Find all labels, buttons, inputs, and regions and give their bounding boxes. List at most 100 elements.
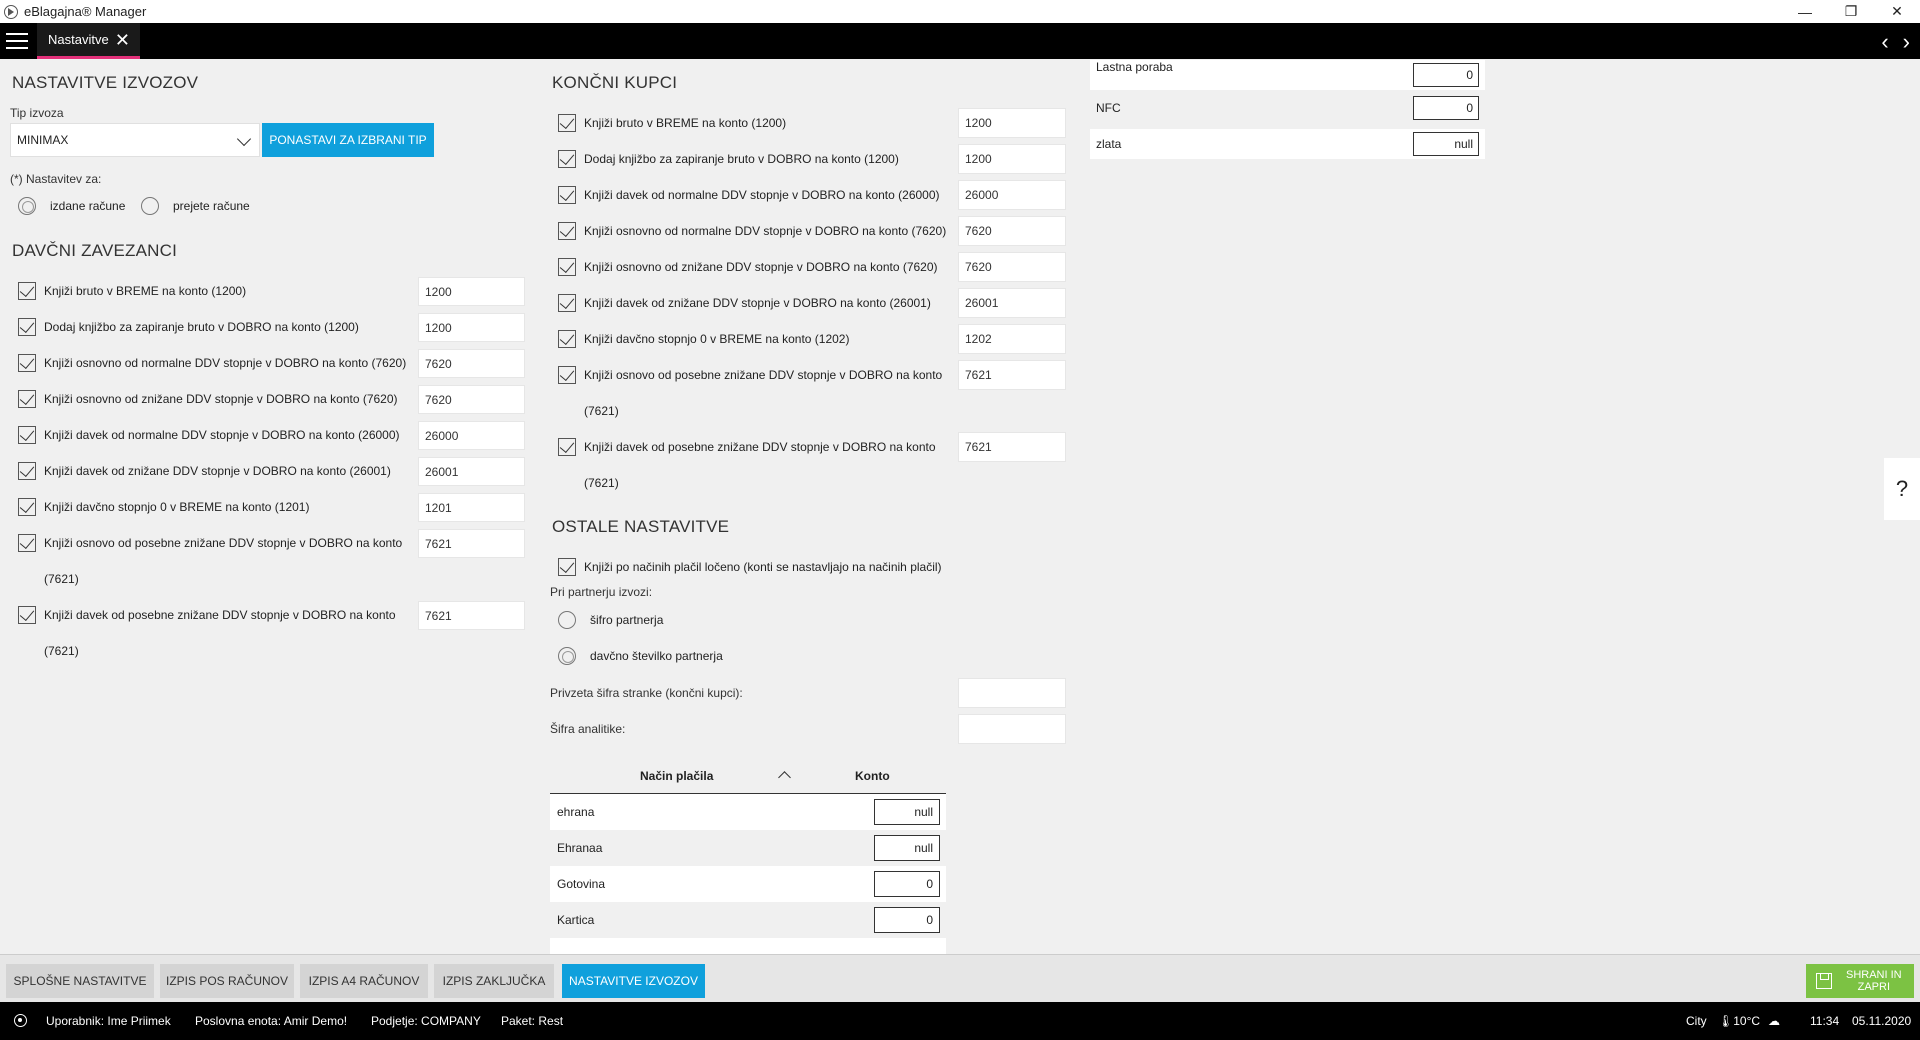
- customer-row-7[interactable]: Knjiži osnovo od posebne znižane DDV sto…: [558, 366, 954, 429]
- tab-general-settings[interactable]: SPLOŠNE NASTAVITVE: [6, 964, 154, 998]
- radio-received-invoices[interactable]: prejete račune: [141, 197, 250, 215]
- tax-account-input-8[interactable]: 7621: [418, 601, 525, 630]
- default-customer-code-input[interactable]: [958, 678, 1066, 708]
- close-tab-icon[interactable]: ✕: [115, 30, 130, 51]
- customer-account-input-5[interactable]: 26001: [958, 288, 1066, 318]
- tax-account-input-3[interactable]: 7620: [418, 385, 525, 414]
- app-logo-icon: [4, 4, 18, 19]
- status-time: 11:34: [1810, 1014, 1840, 1028]
- separate-by-payment-row[interactable]: Knjiži po načinih plačil ločeno (konti s…: [558, 558, 1004, 576]
- tax-row-7[interactable]: Knjiži osnovo od posebne znižane DDV sto…: [18, 534, 404, 597]
- column-payment-method[interactable]: Način plačila: [640, 769, 713, 783]
- tab-closing-print[interactable]: IZPIS ZAKLJUČKA: [434, 964, 554, 998]
- checkbox-checked[interactable]: [18, 354, 36, 372]
- help-button[interactable]: ?: [1884, 458, 1920, 520]
- checkbox-checked[interactable]: [18, 534, 36, 552]
- checkbox-checked[interactable]: [558, 258, 576, 276]
- radio-partner-code[interactable]: šifro partnerja: [558, 611, 663, 629]
- tax-row-0[interactable]: Knjiži bruto v BREME na konto (1200): [18, 282, 404, 300]
- customer-row-3[interactable]: Knjiži osnovno od normalne DDV stopnje v…: [558, 222, 964, 240]
- zlata-input[interactable]: null: [1413, 132, 1479, 156]
- tax-row-6[interactable]: Knjiži davčno stopnjo 0 v BREME na konto…: [18, 498, 404, 516]
- tax-account-input-1[interactable]: 1200: [418, 313, 525, 342]
- prev-arrow-icon[interactable]: ‹: [1881, 29, 1888, 55]
- checkbox-checked[interactable]: [18, 318, 36, 336]
- customer-account-input-6[interactable]: 1202: [958, 324, 1066, 354]
- tab-nastavitve[interactable]: Nastavitve ✕: [37, 23, 140, 59]
- checkbox-checked[interactable]: [558, 366, 576, 384]
- customer-row-5[interactable]: Knjiži davek od znižane DDV stopnje v DO…: [558, 294, 964, 312]
- customer-account-input-8[interactable]: 7621: [958, 432, 1066, 462]
- checkbox-checked[interactable]: [18, 606, 36, 624]
- checkbox-checked[interactable]: [558, 294, 576, 312]
- status-date: 05.11.2020: [1852, 1014, 1912, 1028]
- tax-row-2[interactable]: Knjiži osnovno od normalne DDV stopnje v…: [18, 354, 424, 372]
- radio-partner-tax-number[interactable]: davčno številko partnerja: [558, 647, 723, 665]
- radio-issued-invoices[interactable]: izdane račune: [18, 197, 125, 215]
- checkbox-checked[interactable]: [558, 150, 576, 168]
- next-arrow-icon[interactable]: ›: [1903, 29, 1910, 55]
- tax-account-input-5[interactable]: 26001: [418, 457, 525, 486]
- customer-row-0[interactable]: Knjiži bruto v BREME na konto (1200): [558, 114, 954, 132]
- customer-account-input-0[interactable]: 1200: [958, 108, 1066, 138]
- checkbox-checked[interactable]: [18, 282, 36, 300]
- payment-table-header: Način plačila Konto: [550, 759, 946, 794]
- checkbox-checked[interactable]: [558, 438, 576, 456]
- minimize-button[interactable]: —: [1782, 0, 1828, 23]
- settings-for-label: (*) Nastavitev za:: [10, 172, 102, 186]
- status-temperature: 🌡10°C: [1718, 1014, 1761, 1028]
- column-account[interactable]: Konto: [855, 769, 890, 783]
- tax-row-1[interactable]: Dodaj knjižbo za zapiranje bruto v DOBRO…: [18, 318, 404, 336]
- checkbox-checked[interactable]: [18, 498, 36, 516]
- customer-account-input-3[interactable]: 7620: [958, 216, 1066, 246]
- payment-account-input[interactable]: null: [874, 799, 940, 825]
- customer-row-1[interactable]: Dodaj knjižbo za zapiranje bruto v DOBRO…: [558, 150, 954, 168]
- checkbox-checked[interactable]: [18, 390, 36, 408]
- tax-row-5[interactable]: Knjiži davek od znižane DDV stopnje v DO…: [18, 462, 424, 480]
- checkbox-checked[interactable]: [558, 186, 576, 204]
- payment-account-input[interactable]: 0: [874, 871, 940, 897]
- analytics-code-input[interactable]: [958, 714, 1066, 744]
- tax-row-3[interactable]: Knjiži osnovno od znižane DDV stopnje v …: [18, 390, 424, 408]
- checkbox-checked[interactable]: [558, 330, 576, 348]
- tax-account-input-4[interactable]: 26000: [418, 421, 525, 450]
- payment-name: ehrana: [557, 805, 595, 819]
- close-window-button[interactable]: ✕: [1874, 0, 1920, 23]
- customer-account-input-2[interactable]: 26000: [958, 180, 1066, 210]
- export-settings-title: NASTAVITVE IZVOZOV: [12, 73, 199, 92]
- tax-account-input-7[interactable]: 7621: [418, 529, 525, 558]
- payment-account-input[interactable]: 0: [874, 907, 940, 933]
- tax-account-input-2[interactable]: 7620: [418, 349, 525, 378]
- checkbox-checked[interactable]: [558, 558, 576, 576]
- customer-account-input-7[interactable]: 7621: [958, 360, 1066, 390]
- tab-a4-invoices[interactable]: IZPIS A4 RAČUNOV: [300, 964, 428, 998]
- tax-account-input-0[interactable]: 1200: [418, 277, 525, 306]
- sort-ascending-icon[interactable]: [778, 771, 791, 784]
- menu-icon[interactable]: [6, 33, 28, 49]
- tax-account-input-6[interactable]: 1201: [418, 493, 525, 522]
- export-type-select[interactable]: MINIMAX: [10, 123, 260, 157]
- tab-export-settings[interactable]: NASTAVITVE IZVOZOV: [562, 964, 705, 998]
- payment-account-input[interactable]: null: [874, 835, 940, 861]
- tax-row-4[interactable]: Knjiži davek od normalne DDV stopnje v D…: [18, 426, 424, 444]
- checkbox-checked[interactable]: [18, 462, 36, 480]
- customer-account-input-1[interactable]: 1200: [958, 144, 1066, 174]
- save-and-close-button[interactable]: SHRANI IN ZAPRI: [1806, 964, 1914, 998]
- checkbox-checked[interactable]: [18, 426, 36, 444]
- customer-row-2[interactable]: Knjiži davek od normalne DDV stopnje v D…: [558, 186, 964, 204]
- own-consumption-input[interactable]: 0: [1413, 63, 1479, 87]
- title-bar: eBlagajna® Manager — ❐ ✕: [0, 0, 1920, 23]
- status-city: City: [1686, 1014, 1707, 1028]
- checkbox-checked[interactable]: [558, 222, 576, 240]
- tab-navigation: ‹ ›: [1881, 29, 1910, 55]
- checkbox-checked[interactable]: [558, 114, 576, 132]
- nfc-input[interactable]: 0: [1413, 96, 1479, 120]
- reset-for-type-button[interactable]: PONASTAVI ZA IZBRANI TIP: [262, 123, 434, 157]
- maximize-button[interactable]: ❐: [1828, 0, 1874, 23]
- tab-pos-invoices[interactable]: IZPIS POS RAČUNOV: [160, 964, 294, 998]
- tax-row-8[interactable]: Knjiži davek od posebne znižane DDV stop…: [18, 606, 404, 669]
- customer-row-8[interactable]: Knjiži davek od posebne znižane DDV stop…: [558, 438, 954, 501]
- customer-account-input-4[interactable]: 7620: [958, 252, 1066, 282]
- customer-row-4[interactable]: Knjiži osnovno od znižane DDV stopnje v …: [558, 258, 964, 276]
- customer-row-6[interactable]: Knjiži davčno stopnjo 0 v BREME na konto…: [558, 330, 954, 348]
